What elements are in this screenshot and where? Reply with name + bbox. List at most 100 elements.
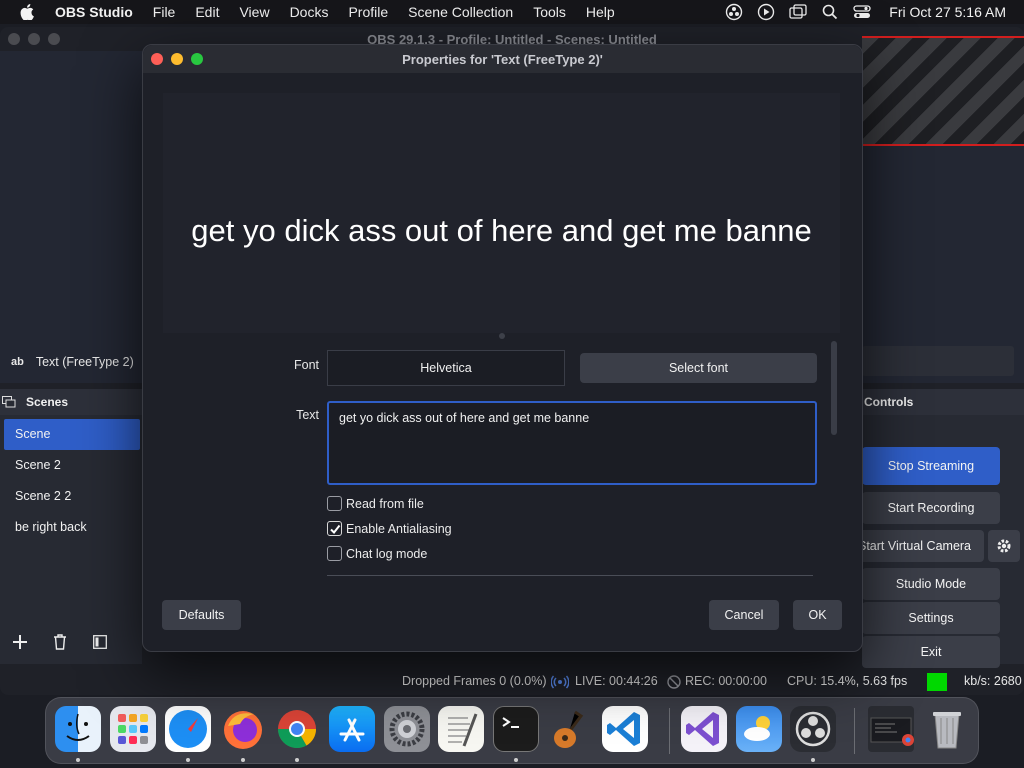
start-recording-button[interactable]: Start Recording [862,492,1000,524]
add-scene-button[interactable] [0,630,40,654]
source-toolbar-strip [862,346,1014,376]
scene-item-be-right-back[interactable]: be right back [0,512,142,543]
cancel-button[interactable]: Cancel [709,600,779,630]
studio-mode-button[interactable]: Studio Mode [862,568,1000,600]
checkmark-icon [329,524,340,534]
launchpad-icon[interactable] [110,706,156,752]
obs-status-bar: Dropped Frames 0 (0.0%) LIVE: 00:44:26 R… [0,670,1024,694]
rec-time-status: REC: 00:00:00 [685,674,767,688]
menu-bar: OBS Studio File Edit View Docks Profile … [0,0,1024,24]
menu-edit[interactable]: Edit [185,4,229,20]
ok-button[interactable]: OK [793,600,842,630]
virtual-camera-settings-button[interactable] [988,530,1020,562]
minimize-button-inactive[interactable] [28,33,40,45]
close-button-inactive[interactable] [8,33,20,45]
scenes-dock-icon [2,396,16,408]
scene-filters-button[interactable] [80,630,120,654]
vscode-icon[interactable] [602,706,648,752]
chat-log-mode-label: Chat log mode [346,546,428,561]
rec-disabled-icon [667,675,681,692]
menu-view[interactable]: View [229,4,279,20]
defaults-button[interactable]: Defaults [162,600,241,630]
selected-source-row[interactable]: ab Text (FreeType 2) [0,348,142,376]
cpu-fps-status: CPU: 15.4%, 5.63 fps [787,674,908,688]
finder-icon[interactable] [55,706,101,752]
gear-icon [997,539,1011,553]
scenes-header: Scenes [0,389,142,415]
read-from-file-checkbox[interactable]: Read from file [327,496,424,511]
menubar-clock[interactable]: Fri Oct 27 5:16 AM [889,4,1006,20]
preview-rendered-text: get yo dick ass out of here and get me b… [191,213,812,248]
checkbox-checked-box [327,521,342,536]
firefox-icon[interactable] [220,706,266,752]
menu-profile[interactable]: Profile [338,4,398,20]
chat-log-mode-checkbox[interactable]: Chat log mode [327,546,427,561]
scene-item-scene[interactable]: Scene [4,419,140,450]
dropped-frames-status: Dropped Frames 0 (0.0%) [402,674,547,688]
zoom-button-inactive[interactable] [48,33,60,45]
dialog-traffic-lights [151,53,203,65]
selected-source-name: Text (FreeType 2) [35,355,134,369]
safari-icon[interactable] [165,706,211,752]
screenshot-thumbnail-icon[interactable] [868,706,914,752]
dialog-title: Properties for 'Text (FreeType 2)' [402,51,603,67]
text-input[interactable] [327,401,817,485]
minimize-button[interactable] [171,53,183,65]
remove-scene-button[interactable] [40,630,80,654]
spotlight-search-icon[interactable] [821,3,839,21]
garageband-icon[interactable] [547,706,593,752]
scene-item-scene-2-2[interactable]: Scene 2 2 [0,481,142,512]
settings-button[interactable]: Settings [862,602,1000,634]
chrome-icon[interactable] [274,706,320,752]
macos-dock [45,697,979,764]
obs-traffic-lights [8,33,60,45]
menu-help[interactable]: Help [576,4,625,20]
control-center-icon[interactable] [853,3,871,21]
visual-studio-icon[interactable] [681,706,727,752]
obs-status-icon[interactable] [725,3,743,21]
play-circle-icon[interactable] [757,3,775,21]
menu-docks[interactable]: Docks [280,4,339,20]
zoom-button[interactable] [191,53,203,65]
trash-icon [54,634,66,650]
properties-scrollbar[interactable] [831,341,837,435]
controls-dock: Controls Stop Streaming Start Recording … [842,389,1024,668]
window-switcher-icon[interactable] [789,3,807,21]
stop-streaming-button[interactable]: Stop Streaming [862,447,1000,485]
obs-icon[interactable] [790,706,836,752]
divider [327,575,813,576]
read-from-file-label: Read from file [346,496,424,511]
menu-app-name[interactable]: OBS Studio [49,4,143,20]
stream-health-indicator [927,673,947,691]
splitter-handle[interactable] [499,333,505,339]
select-font-button[interactable]: Select font [580,353,817,383]
controls-header: Controls [862,389,1024,415]
properties-dialog: Properties for 'Text (FreeType 2)' get y… [142,44,863,652]
system-settings-icon[interactable] [384,706,430,752]
scene-item-scene-2[interactable]: Scene 2 [0,450,142,481]
scenes-dock: Scenes Scene Scene 2 Scene 2 2 be right … [0,389,142,664]
enable-antialiasing-checkbox[interactable]: Enable Antialiasing [327,521,452,536]
menu-scene-collection[interactable]: Scene Collection [398,4,523,20]
menu-file[interactable]: File [143,4,186,20]
app-store-icon[interactable] [329,706,375,752]
live-broadcast-icon [550,675,570,692]
scenes-toolbar [0,630,120,654]
source-preview: get yo dick ass out of here and get me b… [163,93,840,333]
checkbox-box [327,546,342,561]
apple-logo-icon[interactable] [19,4,35,20]
start-virtual-camera-button[interactable]: Start Virtual Camera [842,530,984,562]
menu-tools[interactable]: Tools [523,4,576,20]
weather-icon[interactable] [736,706,782,752]
terminal-icon[interactable] [493,706,539,752]
trash-icon[interactable] [924,706,970,752]
dialog-titlebar: Properties for 'Text (FreeType 2)' [143,45,862,73]
filters-icon [93,635,107,649]
exit-button[interactable]: Exit [862,636,1000,668]
font-label: Font [293,358,319,372]
textedit-icon[interactable] [438,706,484,752]
close-button[interactable] [151,53,163,65]
text-label: Text [296,408,319,422]
text-source-icon: ab [11,356,24,368]
bitrate-status: kb/s: 2680 [964,674,1022,688]
